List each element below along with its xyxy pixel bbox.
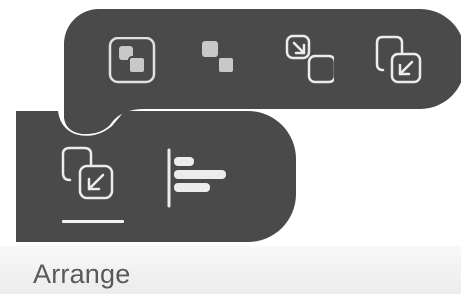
panel-title: Arrange [33, 259, 131, 289]
send-to-back-icon [202, 41, 235, 74]
send-backward-icon [285, 34, 334, 84]
bring-forward-button[interactable] [374, 34, 426, 86]
bring-forward-icon [375, 35, 422, 84]
bring-forward-icon [61, 146, 114, 200]
selected-tab-indicator [62, 220, 124, 223]
bring-to-front-button[interactable] [107, 37, 157, 85]
arrange-tool-button[interactable] [60, 146, 126, 212]
align-tool-button[interactable] [162, 146, 230, 212]
send-backward-button[interactable] [284, 34, 334, 86]
bring-to-front-icon [108, 37, 156, 84]
send-to-back-button[interactable] [196, 37, 246, 85]
align-left-icon [167, 148, 226, 208]
